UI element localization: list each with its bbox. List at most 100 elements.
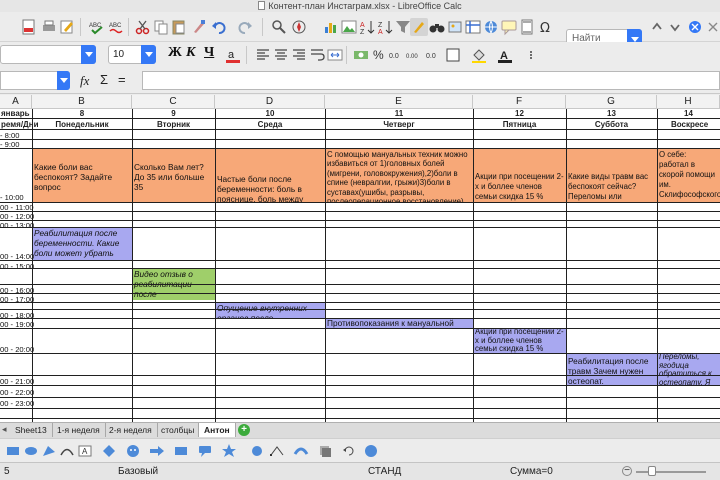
decimal-remove-icon[interactable]: 0.00 — [406, 46, 424, 64]
font-name-dropdown-button[interactable] — [81, 45, 96, 64]
hyperlink-icon[interactable] — [482, 18, 500, 36]
cell-e-2[interactable]: Противопоказания к мануальной терапии — [325, 318, 474, 328]
cell-f-1[interactable]: Акции при посещении 2-х и боллее членов … — [473, 148, 567, 202]
find-replace-icon[interactable] — [270, 18, 288, 36]
find-all-icon[interactable] — [686, 18, 704, 36]
overflow-icon[interactable] — [522, 46, 540, 64]
font-name-combo[interactable] — [0, 45, 96, 64]
percent-format-icon[interactable]: % — [370, 46, 388, 64]
add-sheet-icon[interactable]: + — [238, 424, 250, 436]
points-icon[interactable] — [268, 442, 286, 460]
toggle-extrusion-icon[interactable] — [316, 442, 334, 460]
align-right-icon[interactable] — [290, 46, 308, 64]
decimal-add-icon[interactable]: 0.0 — [388, 46, 406, 64]
column-header-g[interactable]: G — [566, 95, 657, 109]
ellipse-icon[interactable] — [22, 442, 40, 460]
callouts-icon[interactable] — [196, 442, 214, 460]
cell-d-1[interactable]: Частые боли после беременности: боль в п… — [215, 148, 326, 202]
cell-f-2[interactable]: Акции при посещении 2-х и боллее членов … — [473, 328, 567, 353]
zoom-slider[interactable] — [636, 471, 706, 473]
align-left-icon[interactable] — [254, 46, 272, 64]
merge-cells-icon[interactable] — [326, 46, 344, 64]
sort-asc-icon[interactable]: AZ — [358, 18, 376, 36]
font-size-combo[interactable]: 10 — [108, 45, 156, 64]
insert-chart-icon[interactable] — [322, 18, 340, 36]
status-page-style[interactable]: Базовый — [118, 463, 158, 480]
headers-footers-icon[interactable] — [518, 18, 536, 36]
font-color-icon[interactable]: a — [224, 46, 242, 64]
special-char-icon[interactable]: Ω — [536, 18, 554, 36]
column-header-d[interactable]: D — [215, 95, 325, 109]
navigator-icon[interactable] — [290, 18, 308, 36]
cell-e-1[interactable]: С помощью мануальных техник можно избави… — [325, 148, 474, 202]
fontwork-icon[interactable] — [292, 442, 310, 460]
copy-icon[interactable] — [152, 18, 170, 36]
brush-icon[interactable] — [190, 18, 208, 36]
spellcheck-icon[interactable]: ABC — [88, 18, 106, 36]
status-sum[interactable]: Сумма=0 — [510, 463, 553, 480]
name-box-dropdown-button[interactable] — [57, 71, 70, 90]
column-header-b[interactable]: B — [32, 95, 132, 109]
formula-input[interactable] — [142, 71, 720, 90]
tab-scroll-icon[interactable]: ◂ — [2, 424, 7, 435]
gallery-icon[interactable] — [446, 18, 464, 36]
cell-d-2[interactable]: Опущение внутренних органов после береме… — [215, 302, 326, 319]
tab-sheet13[interactable]: Sheet13 — [10, 423, 53, 437]
cell-h-2[interactable]: Переломы, ягодица обратиться к остеопату… — [657, 353, 720, 385]
font-color-a-icon[interactable]: A — [496, 46, 514, 64]
find-bar-close-icon[interactable] — [704, 18, 720, 36]
bold-button[interactable]: Ж — [168, 45, 182, 61]
column-header-h[interactable]: H — [657, 95, 720, 109]
sum-button[interactable]: Σ — [100, 72, 108, 87]
rotate-icon[interactable] — [340, 442, 358, 460]
flowchart-icon[interactable] — [172, 442, 190, 460]
tab-anton[interactable]: Антон — [198, 423, 236, 437]
align-center-icon[interactable] — [272, 46, 290, 64]
pdf-icon[interactable] — [20, 18, 38, 36]
edit-mode-icon[interactable] — [410, 18, 428, 36]
textbox-icon[interactable]: A — [76, 442, 94, 460]
cell-g-2[interactable]: Реабилитация после травм Зачем нужен ост… — [566, 353, 658, 385]
italic-button[interactable]: К — [186, 45, 196, 61]
chart-draw-icon[interactable] — [362, 442, 380, 460]
cell-g-1[interactable]: Какие виды травм вас беспокоят сейчас? П… — [566, 148, 658, 202]
cell-h-1[interactable]: О себе: работал в скорой помощи им. Скли… — [657, 148, 720, 202]
spreadsheet-grid[interactable]: A B C D E F G H Какие боли вас беспокоят… — [0, 95, 720, 422]
background-color-icon[interactable] — [470, 46, 488, 64]
tab-week-1[interactable]: 1-я неделя — [52, 423, 106, 437]
number-format-icon[interactable]: 0.0 — [424, 46, 442, 64]
column-header-a[interactable]: A — [0, 95, 32, 109]
borders-icon[interactable] — [444, 46, 462, 64]
column-header-c[interactable]: C — [132, 95, 215, 109]
freeze-icon[interactable] — [464, 18, 482, 36]
underline-button[interactable]: Ч — [204, 45, 214, 61]
paste-icon[interactable] — [170, 18, 188, 36]
column-header-e[interactable]: E — [325, 95, 473, 109]
wrap-text-icon[interactable] — [308, 46, 326, 64]
formula-button[interactable]: = — [118, 72, 126, 87]
binoculars-icon[interactable] — [428, 18, 446, 36]
redo-icon[interactable] — [236, 18, 254, 36]
stars-icon[interactable] — [220, 442, 238, 460]
print-icon[interactable] — [40, 18, 58, 36]
rectangle-icon[interactable] — [4, 442, 22, 460]
polygon-icon[interactable] — [40, 442, 58, 460]
symbol-shapes-icon[interactable] — [124, 442, 142, 460]
edit-icon[interactable] — [58, 18, 76, 36]
block-arrows-icon[interactable] — [148, 442, 166, 460]
curve-icon[interactable] — [58, 442, 76, 460]
tab-columns[interactable]: столбцы — [156, 423, 201, 437]
column-header-f[interactable]: F — [473, 95, 566, 109]
zoom-out-icon[interactable]: − — [622, 466, 632, 476]
insert-image-icon[interactable] — [340, 18, 358, 36]
status-edit-mode[interactable]: СТАНД — [368, 463, 401, 480]
currency-format-icon[interactable] — [352, 46, 370, 64]
zoom-slider-handle[interactable] — [648, 466, 656, 476]
font-size-dropdown-button[interactable] — [141, 45, 156, 64]
name-box[interactable] — [0, 71, 70, 90]
undo-icon[interactable] — [210, 18, 228, 36]
find-previous-icon[interactable] — [648, 18, 666, 36]
find-next-icon[interactable] — [666, 18, 684, 36]
tab-week-2[interactable]: 2-я неделя — [104, 423, 158, 437]
function-wizard-button[interactable]: fx — [80, 73, 89, 89]
